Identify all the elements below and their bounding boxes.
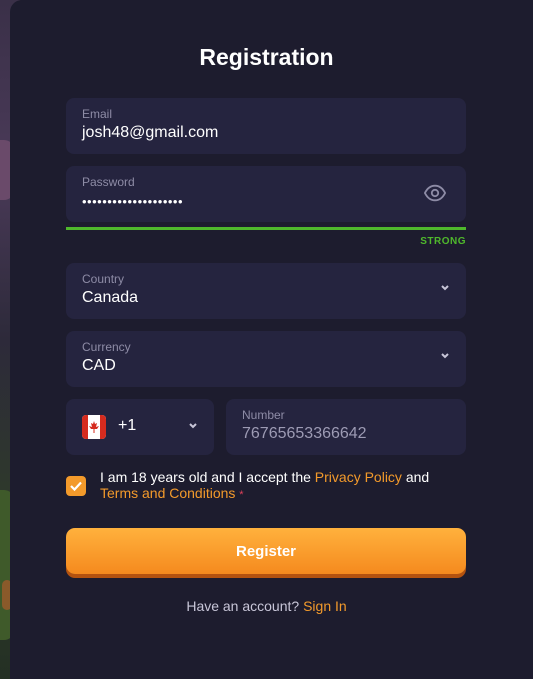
password-strength-bar [66,227,466,230]
consent-text-before: I am 18 years old and I accept the [100,469,315,485]
email-label: Email [82,107,113,121]
signin-prompt-text: Have an account? [186,598,304,614]
check-icon [70,481,82,492]
country-value: Canada [82,289,139,306]
chevron-down-icon [441,285,449,291]
country-select[interactable]: Country Canada [66,263,466,319]
required-mark: * [239,489,244,501]
password-strength-label: STRONG [420,236,466,247]
consent-text: I am 18 years old and I accept the Priva… [100,469,450,503]
registration-modal: Registration Email josh48@gmail.com Pass… [10,0,533,679]
chevron-down-icon [189,423,197,429]
eye-icon[interactable] [424,184,446,202]
email-input[interactable]: josh48@gmail.com [82,124,218,142]
signin-prompt: Have an account? Sign In [10,598,523,614]
password-field[interactable]: Password •••••••••••••••••••• [66,166,466,222]
currency-label: Currency [82,340,131,354]
password-input[interactable]: •••••••••••••••••••• [82,194,183,209]
phone-number-label: Number [242,408,285,422]
terms-link[interactable]: Terms and Conditions [100,485,235,501]
phone-code-value: +1 [118,417,137,434]
email-field[interactable]: Email josh48@gmail.com [66,98,466,154]
privacy-policy-link[interactable]: Privacy Policy [315,469,402,485]
consent-text-and: and [401,469,430,485]
modal-title: Registration [199,44,334,70]
country-label: Country [82,272,125,286]
phone-number-field[interactable]: Number 76765653366642 [226,399,466,455]
register-button[interactable]: Register [66,528,466,574]
phone-number-input[interactable]: 76765653366642 [242,425,367,443]
currency-value: CAD [82,357,116,374]
phone-code-select[interactable]: +1 [66,399,214,455]
canada-flag-icon [82,415,106,439]
currency-select[interactable]: Currency CAD [66,331,466,387]
chevron-down-icon [441,353,449,359]
signin-link[interactable]: Sign In [303,598,347,614]
password-label: Password [82,175,135,189]
age-consent-checkbox[interactable] [66,476,86,496]
